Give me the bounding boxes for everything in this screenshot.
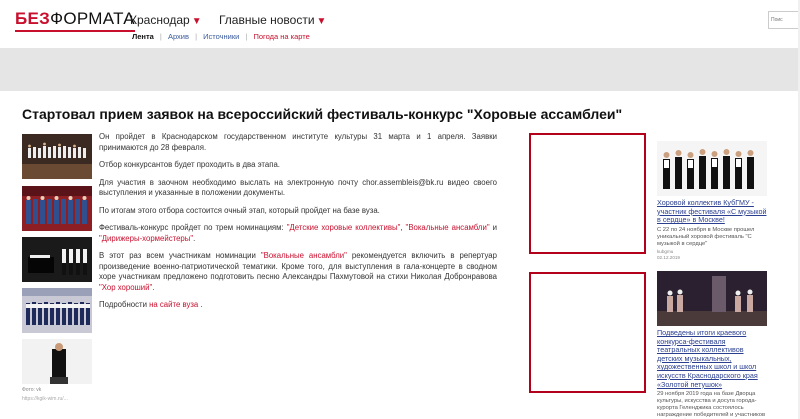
article-photo-3[interactable] (22, 237, 92, 282)
paragraph-text: В этот раз всем участникам номинации (99, 251, 261, 260)
news-source: kubgmu (657, 248, 674, 254)
chevron-down-icon: ▼ (191, 16, 202, 27)
article-photo-1[interactable] (22, 134, 92, 179)
article-body: Он пройдет в Краснодарском государственн… (99, 132, 497, 318)
subnav-sources[interactable]: Источники (203, 32, 239, 41)
nomination-link-vocal-ensembles[interactable]: "Вокальные ансамбли" (406, 223, 490, 232)
paragraph: Для участия в заочном необходимо выслать… (99, 177, 497, 198)
search-input[interactable]: Поис (768, 11, 800, 29)
paragraph: Он пройдет в Краснодарском государственн… (99, 132, 497, 152)
paragraph-text: . (152, 282, 155, 292)
article-title: Стартовал прием заявок на всероссийский … (22, 106, 623, 122)
news-headline[interactable]: Хоровой коллектив КубГМУ - участник фест… (657, 198, 767, 225)
subnav-separator: | (159, 32, 162, 41)
paragraph-text: Подробности (99, 300, 150, 309)
article-photo-5[interactable] (22, 339, 92, 384)
paragraph-text: и (489, 223, 497, 232)
site-header: БЕЗФОРМАТА Краснодар ▼ Главные новости ▼ Л… (0, 0, 800, 48)
news-headline[interactable]: Подведены итоги краевого конкурса-фестив… (657, 328, 767, 389)
subnav-archive[interactable]: Архив (168, 32, 189, 41)
news-snippet: С 22 по 24 ноября в Москве прошел уникал… (657, 226, 755, 247)
subnav-separator: | (195, 32, 198, 41)
article-photo-4[interactable] (22, 288, 92, 333)
photo-source: https://kgik-wim.ru/... (22, 396, 68, 402)
paragraph: В этот раз всем участникам номинации "Во… (99, 251, 497, 293)
subnav-feed[interactable]: Лента (132, 32, 154, 41)
top-navigation: Краснодар ▼ Главные новости ▼ (130, 13, 340, 27)
news-date: 02.12.2019 (657, 254, 680, 260)
article-photo-2[interactable] (22, 186, 92, 231)
news-thumbnail[interactable] (657, 141, 767, 196)
university-site-link[interactable]: на сайте вуза (149, 300, 198, 309)
sidebar-news-item-1[interactable]: Хоровой коллектив КубГМУ - участник фест… (657, 141, 767, 260)
sub-navigation: Лента | Архив | Источники | Погода на ка… (132, 32, 310, 41)
ad-banner-placeholder (0, 48, 800, 91)
paragraph: Подробности на сайте вуза . (99, 300, 497, 311)
main-news-label: Главные новости (218, 13, 315, 27)
song-link[interactable]: "Хор хороший" (99, 283, 152, 292)
ad-slot-2[interactable] (529, 272, 646, 393)
paragraph: По итогам этого отбора состоится очный э… (99, 205, 380, 215)
logo-underline (15, 30, 135, 32)
paragraph: Фестиваль-конкурс пройдет по трем номина… (99, 223, 497, 244)
paragraph-text: . (198, 300, 203, 309)
chevron-down-icon: ▼ (316, 16, 327, 27)
paragraph-text: . (193, 233, 196, 243)
nomination-link-children-choirs[interactable]: "Детские хоровые коллективы" (287, 223, 401, 232)
ad-slot-1[interactable] (529, 133, 646, 254)
subnav-separator: | (245, 32, 248, 41)
city-selector[interactable]: Краснодар ▼ (130, 13, 202, 27)
logo-text-part2: ФОРМАТА (50, 9, 135, 28)
sidebar-news-item-2[interactable]: Подведены итоги краевого конкурса-фестив… (657, 271, 767, 419)
news-snippet: 29 ноября 2019 года на базе Дворца культ… (657, 391, 766, 419)
photo-caption: Фото: vk (22, 387, 42, 393)
main-news-menu[interactable]: Главные новости ▼ (219, 13, 326, 27)
city-label: Краснодар (130, 13, 190, 27)
paragraph-text: Фестиваль-конкурс пройдет по трем номина… (99, 223, 287, 232)
site-logo[interactable]: БЕЗФОРМАТА (15, 9, 135, 32)
nomination-link-conductors[interactable]: "Дирижеры-хормейстеры" (99, 234, 193, 243)
news-thumbnail[interactable] (657, 271, 767, 326)
paragraph: Отбор конкурсантов будет проходить в два… (99, 160, 280, 169)
nomination-link-vocal-ensembles-2[interactable]: "Вокальные ансамбли" (261, 251, 347, 260)
logo-text-part1: БЕЗ (15, 9, 51, 28)
subnav-weather-map[interactable]: Погода на карте (253, 32, 309, 41)
